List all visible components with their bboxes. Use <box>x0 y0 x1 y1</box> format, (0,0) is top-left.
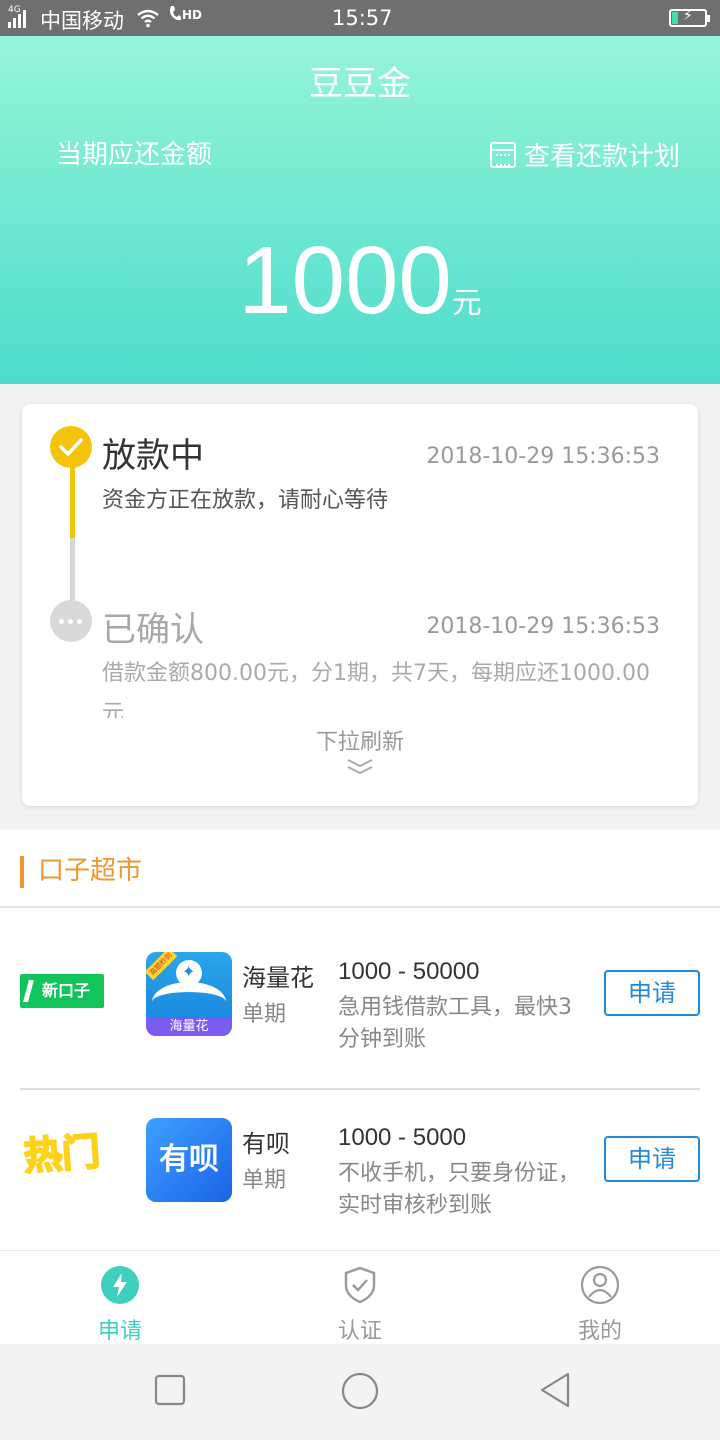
due-amount: 1000元 <box>0 226 720 336</box>
recent-apps-icon[interactable] <box>154 1374 186 1406</box>
due-amount-unit: 元 <box>451 286 482 321</box>
home-icon[interactable] <box>341 1372 379 1410</box>
section-title: 口子超市 <box>20 856 142 888</box>
step-desc-disbursing: 资金方正在放款，请耐心等待 <box>102 488 389 513</box>
user-icon <box>580 1265 620 1305</box>
app-description: 急用钱借款工具，最快3分钟到账 <box>338 995 572 1052</box>
app-logo-youbei: 有呗 <box>146 1118 232 1202</box>
plan-link-label: 查看还款计划 <box>523 142 680 172</box>
chevron-double-down-icon <box>347 759 373 775</box>
timeline-line-inactive <box>70 538 75 600</box>
lightning-icon <box>101 1266 139 1304</box>
apply-button[interactable]: 申请 <box>604 1136 700 1182</box>
step-time-disbursing: 2018-10-29 15:36:53 <box>426 444 660 469</box>
carrier-name: 中国移动 <box>40 9 124 33</box>
loan-status-card: 放款中 2018-10-29 15:36:53 资金方正在放款，请耐心等待 已确… <box>22 404 698 806</box>
view-repayment-plan-link[interactable]: 查看还款计划 <box>489 136 680 173</box>
apply-button[interactable]: 申请 <box>604 970 700 1016</box>
app-description: 不收手机，只要身份证，实时审核秒到账 <box>338 1161 581 1218</box>
tab-mine[interactable]: 我的 <box>480 1251 720 1345</box>
calendar-icon <box>489 141 516 168</box>
list-item[interactable]: 热门 有呗 有呗 单期 1000 - 5000 不收手机，只要身份证，实时审核秒… <box>0 1088 720 1256</box>
bottom-tab-bar: 申请 认证 我的 <box>0 1250 720 1344</box>
pull-to-refresh-hint: 下拉刷新 <box>315 730 404 755</box>
hd-call-icon: HD <box>168 5 202 23</box>
header-panel: 豆豆金 当期应还金额 查看还款计划 1000元 <box>0 36 720 384</box>
step-title-confirmed: 已确认 <box>102 610 204 650</box>
new-tag-badge: 新口子 <box>20 974 104 1008</box>
hot-tag-badge: 热门 <box>22 1128 103 1179</box>
step-time-confirmed: 2018-10-29 15:36:53 <box>426 614 660 639</box>
tab-label: 认证 <box>337 1319 382 1344</box>
list-item[interactable]: 新口子 高额秒到 海量花 海量花 单期 1000 - 50000 急用钱借款工具… <box>0 922 720 1090</box>
wifi-icon <box>137 9 159 28</box>
icon-banner-label: 海量花 <box>146 1018 232 1036</box>
icon-ribbon: 高额秒到 <box>146 952 178 981</box>
loan-market-section: 口子超市 新口子 高额秒到 海量花 海量花 单期 1000 - 50000 急用… <box>0 830 720 1256</box>
tab-label: 我的 <box>577 1319 622 1344</box>
network-type: 4G <box>8 5 21 15</box>
loan-range: 1000 - 50000 <box>338 958 480 985</box>
more-dots-icon <box>50 600 92 642</box>
check-circle-icon <box>50 426 92 468</box>
app-term: 单期 <box>242 1168 287 1193</box>
app-term: 单期 <box>242 1002 287 1027</box>
timeline-line-active <box>70 466 75 538</box>
page-title: 豆豆金 <box>309 64 411 104</box>
battery-icon: ⚡ <box>669 8 710 27</box>
app-logo-haiLianghua: 高额秒到 海量花 <box>146 952 232 1036</box>
step-title-disbursing: 放款中 <box>102 436 204 476</box>
system-nav-bar <box>0 1344 720 1440</box>
signal-icon: 4G <box>8 6 26 28</box>
clock: 15:57 <box>332 6 393 30</box>
step-desc-confirmed: 借款金额800.00元，分1期，共7天，每期应还1000.00元 <box>102 661 650 718</box>
loan-range: 1000 - 5000 <box>338 1124 467 1151</box>
due-amount-label: 当期应还金额 <box>56 140 213 170</box>
divider <box>0 906 720 908</box>
tab-label: 申请 <box>97 1319 142 1344</box>
app-name: 海量花 <box>242 964 314 992</box>
status-bar: 4G 中国移动 HD 15:57 ⚡ <box>0 0 720 36</box>
due-amount-value: 1000 <box>238 227 452 334</box>
tab-verify[interactable]: 认证 <box>240 1251 480 1345</box>
app-name: 有呗 <box>242 1130 290 1158</box>
shield-check-icon <box>344 1266 376 1304</box>
tab-apply[interactable]: 申请 <box>0 1251 240 1345</box>
back-icon[interactable] <box>538 1371 572 1409</box>
